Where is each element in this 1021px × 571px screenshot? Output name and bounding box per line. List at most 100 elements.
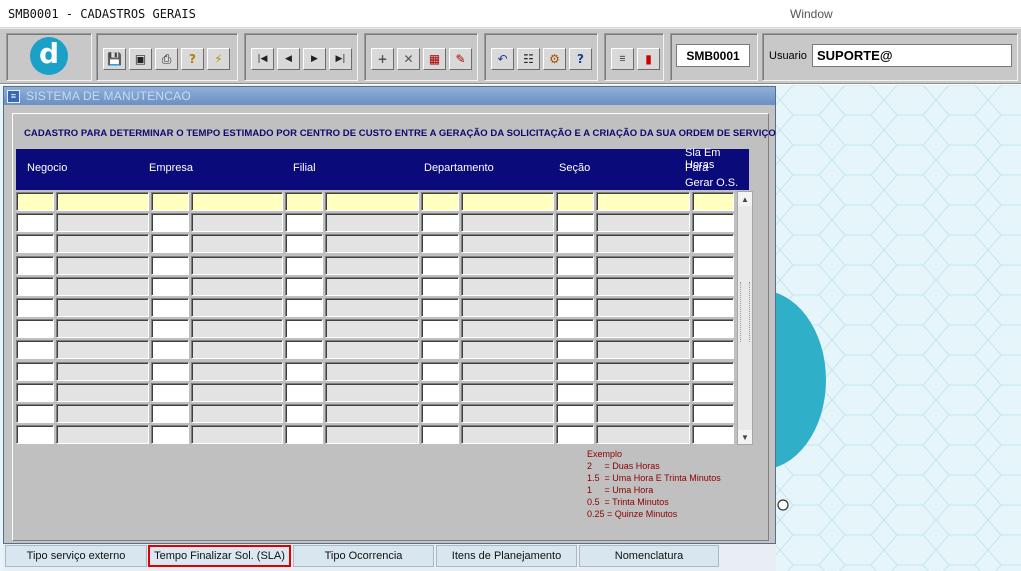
filial-code-cell[interactable] (285, 192, 323, 211)
filial-desc-cell[interactable] (325, 362, 419, 381)
secao-desc-cell[interactable] (596, 298, 690, 317)
clear-form-icon[interactable]: ▦ (423, 48, 446, 70)
departamento-code-cell[interactable] (421, 298, 459, 317)
filial-desc-cell[interactable] (325, 213, 419, 232)
empresa-desc-cell[interactable] (191, 277, 283, 296)
negocio-desc-cell[interactable] (56, 383, 149, 402)
scroll-up-icon[interactable]: ▲ (738, 192, 752, 206)
empresa-code-cell[interactable] (151, 234, 189, 253)
departamento-desc-cell[interactable] (461, 192, 554, 211)
tab-tipo-ocorrencia[interactable]: Tipo Ocorrencia (293, 545, 434, 567)
filial-code-cell[interactable] (285, 425, 323, 444)
negocio-desc-cell[interactable] (56, 340, 149, 359)
query-icon[interactable]: ? (181, 48, 204, 70)
menu-icon[interactable]: ☰ (611, 48, 634, 70)
tab-tempo-finalizar-sla[interactable]: Tempo Finalizar Sol. (SLA) (148, 545, 291, 567)
departamento-desc-cell[interactable] (461, 298, 554, 317)
clipboard-icon[interactable]: ☷ (517, 48, 540, 70)
tab-itens-de-planejamento[interactable]: Itens de Planejamento (436, 545, 577, 567)
departamento-code-cell[interactable] (421, 404, 459, 423)
sla-hours-cell[interactable] (692, 192, 734, 211)
sla-hours-cell[interactable] (692, 362, 734, 381)
secao-code-cell[interactable] (556, 362, 594, 381)
sla-hours-cell[interactable] (692, 383, 734, 402)
sla-hours-cell[interactable] (692, 234, 734, 253)
filial-desc-cell[interactable] (325, 277, 419, 296)
departamento-code-cell[interactable] (421, 277, 459, 296)
print-icon[interactable]: ⎙ (155, 48, 178, 70)
scroll-down-icon[interactable]: ▼ (738, 430, 752, 444)
delete-record-icon[interactable]: ✕ (397, 48, 420, 70)
secao-code-cell[interactable] (556, 277, 594, 296)
exit-icon[interactable]: ▮ (637, 48, 660, 70)
secao-code-cell[interactable] (556, 383, 594, 402)
negocio-code-cell[interactable] (16, 256, 54, 275)
departamento-code-cell[interactable] (421, 362, 459, 381)
departamento-code-cell[interactable] (421, 425, 459, 444)
scroll-thumb[interactable] (740, 282, 750, 342)
secao-desc-cell[interactable] (596, 383, 690, 402)
negocio-code-cell[interactable] (16, 404, 54, 423)
filial-code-cell[interactable] (285, 362, 323, 381)
sla-hours-cell[interactable] (692, 404, 734, 423)
filial-desc-cell[interactable] (325, 192, 419, 211)
tab-nomenclatura[interactable]: Nomenclatura (579, 545, 719, 567)
empresa-desc-cell[interactable] (191, 404, 283, 423)
empresa-desc-cell[interactable] (191, 192, 283, 211)
secao-code-cell[interactable] (556, 319, 594, 338)
departamento-code-cell[interactable] (421, 256, 459, 275)
negocio-code-cell[interactable] (16, 425, 54, 444)
sla-hours-cell[interactable] (692, 340, 734, 359)
last-record-icon[interactable]: ▶| (329, 48, 352, 70)
filial-code-cell[interactable] (285, 256, 323, 275)
negocio-code-cell[interactable] (16, 213, 54, 232)
empresa-desc-cell[interactable] (191, 383, 283, 402)
negocio-desc-cell[interactable] (56, 425, 149, 444)
insert-record-icon[interactable]: + (371, 48, 394, 70)
departamento-code-cell[interactable] (421, 340, 459, 359)
secao-code-cell[interactable] (556, 404, 594, 423)
secao-code-cell[interactable] (556, 213, 594, 232)
secao-desc-cell[interactable] (596, 256, 690, 275)
sla-hours-cell[interactable] (692, 213, 734, 232)
secao-code-cell[interactable] (556, 234, 594, 253)
negocio-code-cell[interactable] (16, 319, 54, 338)
departamento-code-cell[interactable] (421, 383, 459, 402)
filial-desc-cell[interactable] (325, 234, 419, 253)
negocio-desc-cell[interactable] (56, 277, 149, 296)
sla-hours-cell[interactable] (692, 319, 734, 338)
edit-icon[interactable]: ✎ (449, 48, 472, 70)
previous-record-icon[interactable]: ◀ (277, 48, 300, 70)
departamento-desc-cell[interactable] (461, 256, 554, 275)
filial-desc-cell[interactable] (325, 340, 419, 359)
secao-desc-cell[interactable] (596, 340, 690, 359)
filial-code-cell[interactable] (285, 340, 323, 359)
help-icon[interactable]: ? (569, 48, 592, 70)
save-icon[interactable]: 💾 (103, 48, 126, 70)
filial-code-cell[interactable] (285, 404, 323, 423)
secao-desc-cell[interactable] (596, 213, 690, 232)
empresa-desc-cell[interactable] (191, 298, 283, 317)
filial-desc-cell[interactable] (325, 383, 419, 402)
negocio-code-cell[interactable] (16, 383, 54, 402)
filial-desc-cell[interactable] (325, 298, 419, 317)
filial-code-cell[interactable] (285, 234, 323, 253)
screen-icon[interactable]: ▣ (129, 48, 152, 70)
departamento-desc-cell[interactable] (461, 383, 554, 402)
execute-query-icon[interactable]: ⚡ (207, 48, 230, 70)
negocio-desc-cell[interactable] (56, 404, 149, 423)
negocio-code-cell[interactable] (16, 192, 54, 211)
filial-code-cell[interactable] (285, 319, 323, 338)
settings-icon[interactable]: ⚙ (543, 48, 566, 70)
departamento-desc-cell[interactable] (461, 362, 554, 381)
empresa-desc-cell[interactable] (191, 340, 283, 359)
grid-scrollbar[interactable]: ▲ ▼ (737, 191, 753, 445)
sla-hours-cell[interactable] (692, 277, 734, 296)
empresa-desc-cell[interactable] (191, 362, 283, 381)
tab-tipo-servico-externo[interactable]: Tipo serviço externo (5, 545, 147, 567)
negocio-desc-cell[interactable] (56, 234, 149, 253)
secao-code-cell[interactable] (556, 340, 594, 359)
negocio-code-cell[interactable] (16, 234, 54, 253)
secao-desc-cell[interactable] (596, 319, 690, 338)
secao-desc-cell[interactable] (596, 277, 690, 296)
